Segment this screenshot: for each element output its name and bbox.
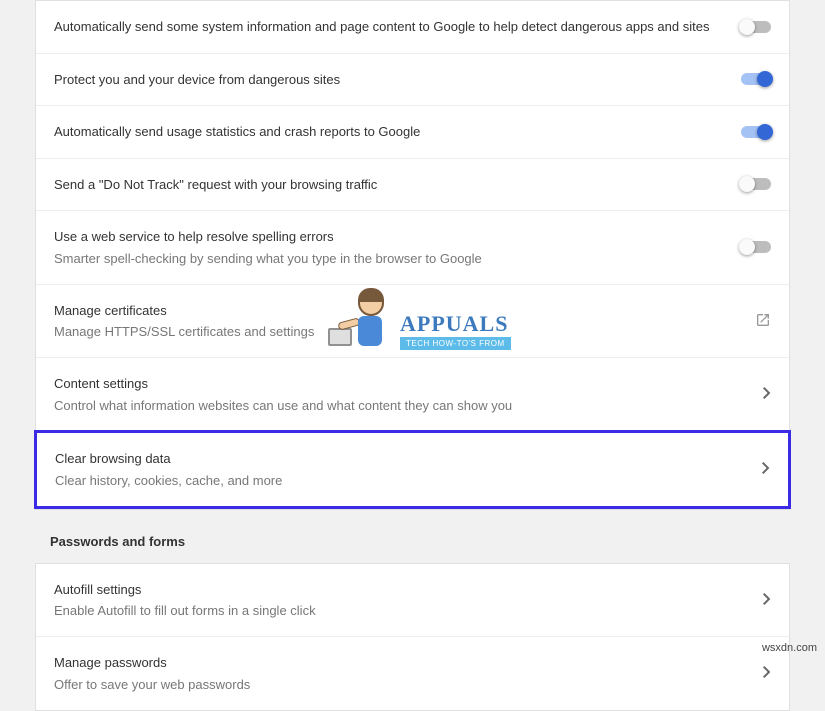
passwords-managepw-subtitle: Offer to save your web passwords [54, 676, 731, 694]
passwords-autofill-title: Autofill settings [54, 580, 731, 600]
privacy-sysinfo-title: Automatically send some system informati… [54, 17, 731, 37]
chevron-right-icon [763, 593, 771, 608]
privacy-content-subtitle: Control what information websites can us… [54, 397, 731, 415]
privacy-content-text: Content settings Control what informatio… [54, 374, 731, 415]
passwords-row-managepw[interactable]: Manage passwords Offer to save your web … [36, 636, 789, 710]
privacy-row-protect: Protect you and your device from dangero… [36, 53, 789, 106]
privacy-dnt-title: Send a "Do Not Track" request with your … [54, 175, 731, 195]
privacy-certs-text: Manage certificates Manage HTTPS/SSL cer… [54, 301, 731, 342]
privacy-protect-text: Protect you and your device from dangero… [54, 70, 731, 90]
passwords-autofill-subtitle: Enable Autofill to fill out forms in a s… [54, 602, 731, 620]
chevron-right-icon [762, 462, 770, 477]
privacy-row-usage: Automatically send usage statistics and … [36, 105, 789, 158]
privacy-usage-toggle[interactable] [741, 126, 771, 138]
passwords-managepw-title: Manage passwords [54, 653, 731, 673]
privacy-protect-toggle[interactable] [741, 73, 771, 85]
privacy-row-certs[interactable]: Manage certificates Manage HTTPS/SSL cer… [36, 284, 789, 358]
passwords-settings-panel: Autofill settings Enable Autofill to fil… [35, 563, 790, 711]
chevron-right-icon [763, 666, 771, 681]
privacy-clear-subtitle: Clear history, cookies, cache, and more [55, 472, 730, 490]
privacy-usage-title: Automatically send usage statistics and … [54, 122, 731, 142]
privacy-spell-subtitle: Smarter spell-checking by sending what y… [54, 250, 731, 268]
passwords-row-autofill[interactable]: Autofill settings Enable Autofill to fil… [36, 564, 789, 637]
privacy-usage-text: Automatically send usage statistics and … [54, 122, 731, 142]
privacy-settings-panel: Automatically send some system informati… [35, 0, 790, 510]
privacy-spell-title: Use a web service to help resolve spelli… [54, 227, 731, 247]
privacy-dnt-toggle[interactable] [741, 178, 771, 190]
privacy-spell-toggle[interactable] [741, 241, 771, 253]
site-watermark: wsxdn.com [762, 642, 817, 654]
privacy-certs-subtitle: Manage HTTPS/SSL certificates and settin… [54, 323, 731, 341]
privacy-content-title: Content settings [54, 374, 731, 394]
privacy-certs-title: Manage certificates [54, 301, 731, 321]
privacy-row-dnt: Send a "Do Not Track" request with your … [36, 158, 789, 211]
passwords-autofill-text: Autofill settings Enable Autofill to fil… [54, 580, 731, 621]
privacy-row-sysinfo: Automatically send some system informati… [36, 1, 789, 53]
passwords-section-header: Passwords and forms [0, 510, 825, 563]
privacy-row-content[interactable]: Content settings Control what informatio… [36, 357, 789, 431]
privacy-row-clear[interactable]: Clear browsing data Clear history, cooki… [34, 430, 791, 509]
privacy-dnt-text: Send a "Do Not Track" request with your … [54, 175, 731, 195]
external-link-icon[interactable] [755, 312, 771, 331]
privacy-row-spell: Use a web service to help resolve spelli… [36, 210, 789, 284]
passwords-managepw-text: Manage passwords Offer to save your web … [54, 653, 731, 694]
privacy-sysinfo-toggle[interactable] [741, 21, 771, 33]
privacy-protect-title: Protect you and your device from dangero… [54, 70, 731, 90]
chevron-right-icon [763, 387, 771, 402]
privacy-sysinfo-text: Automatically send some system informati… [54, 17, 731, 37]
privacy-clear-text: Clear browsing data Clear history, cooki… [55, 449, 730, 490]
privacy-clear-title: Clear browsing data [55, 449, 730, 469]
privacy-spell-text: Use a web service to help resolve spelli… [54, 227, 731, 268]
